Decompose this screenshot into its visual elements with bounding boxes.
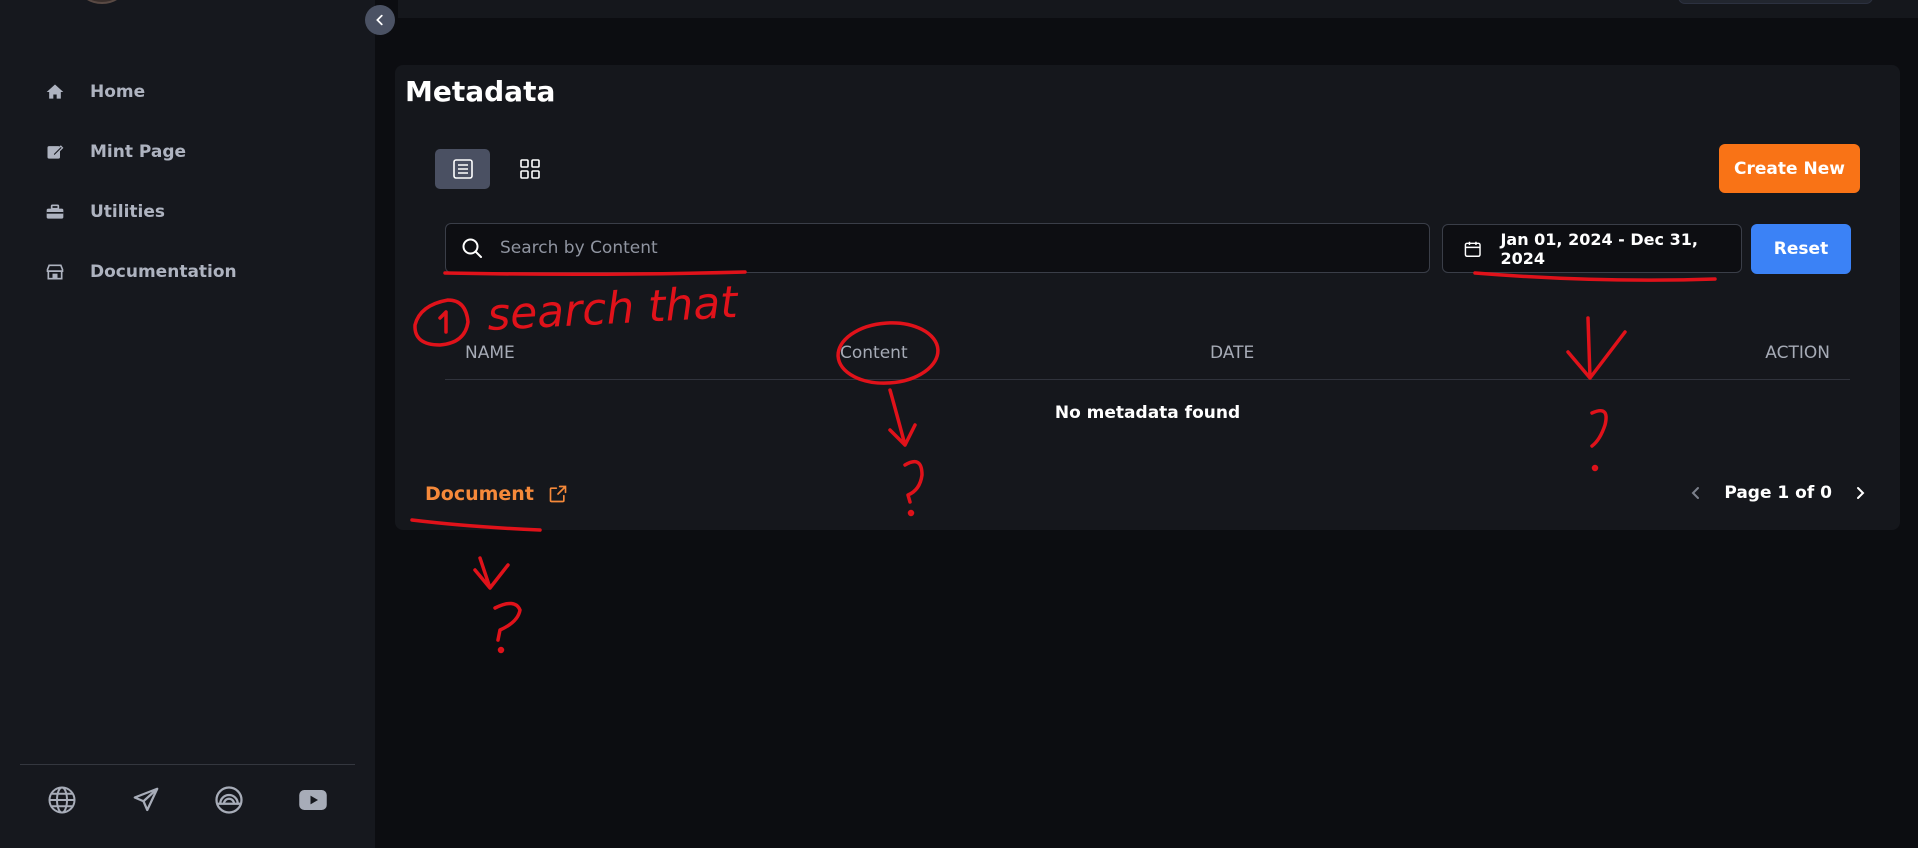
sidebar-divider <box>20 764 355 765</box>
next-page-button[interactable] <box>1850 483 1870 503</box>
column-header-date: DATE <box>1210 343 1255 363</box>
document-link-label: Document <box>425 483 534 505</box>
send-icon[interactable] <box>129 783 163 817</box>
prev-page-button[interactable] <box>1686 483 1706 503</box>
chevron-right-icon <box>1857 487 1865 499</box>
sidebar-item-label: Home <box>90 82 146 102</box>
sidebar-item-home[interactable]: Home <box>42 62 237 122</box>
wallet-button[interactable] <box>1678 0 1873 4</box>
search-input[interactable] <box>500 238 1429 258</box>
grid-icon <box>519 159 540 179</box>
top-bar <box>398 0 1918 18</box>
reset-button[interactable]: Reset <box>1751 224 1851 274</box>
column-header-name: NAME <box>465 343 515 363</box>
column-header-action: ACTION <box>1765 343 1830 363</box>
metadata-card: Metadata Create New Jan 01, 2024 - Dec 3… <box>395 65 1900 530</box>
toolbox-icon <box>42 199 68 225</box>
search-field[interactable] <box>445 223 1430 273</box>
annotation-question-document <box>493 601 522 642</box>
external-link-icon <box>549 485 567 503</box>
search-icon <box>462 238 482 258</box>
sidebar-item-label: Mint Page <box>90 142 187 162</box>
metadata-table: NAME Content DATE ACTION No metadata fou… <box>445 330 1850 446</box>
list-view-button[interactable] <box>435 149 490 189</box>
avatar[interactable] <box>80 0 124 4</box>
empty-state: No metadata found <box>1054 403 1241 423</box>
page-indicator: Page 1 of 0 <box>1724 483 1832 503</box>
annotation-dot-document <box>497 646 505 654</box>
grid-view-button[interactable] <box>502 149 557 189</box>
column-header-content: Content <box>840 343 908 363</box>
annotation-arrow-document <box>473 556 510 590</box>
social-links <box>20 780 355 820</box>
rainbow-icon[interactable] <box>212 783 246 817</box>
sidebar-item-documentation[interactable]: Documentation <box>42 242 237 302</box>
table-header: NAME Content DATE ACTION <box>445 330 1850 380</box>
sidebar-collapse-button[interactable] <box>365 5 395 35</box>
sidebar-item-utilities[interactable]: Utilities <box>42 182 237 242</box>
youtube-icon[interactable] <box>296 783 330 817</box>
list-icon <box>452 159 473 179</box>
date-range-picker[interactable]: Jan 01, 2024 - Dec 31, 2024 <box>1442 224 1742 273</box>
create-new-button[interactable]: Create New <box>1719 144 1860 193</box>
document-link[interactable]: Document <box>425 483 568 505</box>
view-toggle <box>435 149 557 189</box>
sidebar: Home Mint Page Utilities Documentation <box>0 0 375 848</box>
edit-square-icon <box>42 139 68 165</box>
store-icon <box>42 259 68 285</box>
chevron-left-icon <box>376 14 383 26</box>
page-title: Metadata <box>405 75 556 108</box>
calendar-icon <box>1464 241 1481 257</box>
pagination: Page 1 of 0 <box>1686 483 1870 503</box>
sidebar-item-mint-page[interactable]: Mint Page <box>42 122 237 182</box>
sidebar-item-label: Utilities <box>90 202 166 222</box>
home-icon <box>42 79 68 105</box>
globe-icon[interactable] <box>45 783 79 817</box>
sidebar-nav: Home Mint Page Utilities Documentation <box>42 62 237 302</box>
sidebar-item-label: Documentation <box>90 262 237 282</box>
chevron-left-icon <box>1691 487 1700 499</box>
date-range-label: Jan 01, 2024 - Dec 31, 2024 <box>1500 229 1698 268</box>
